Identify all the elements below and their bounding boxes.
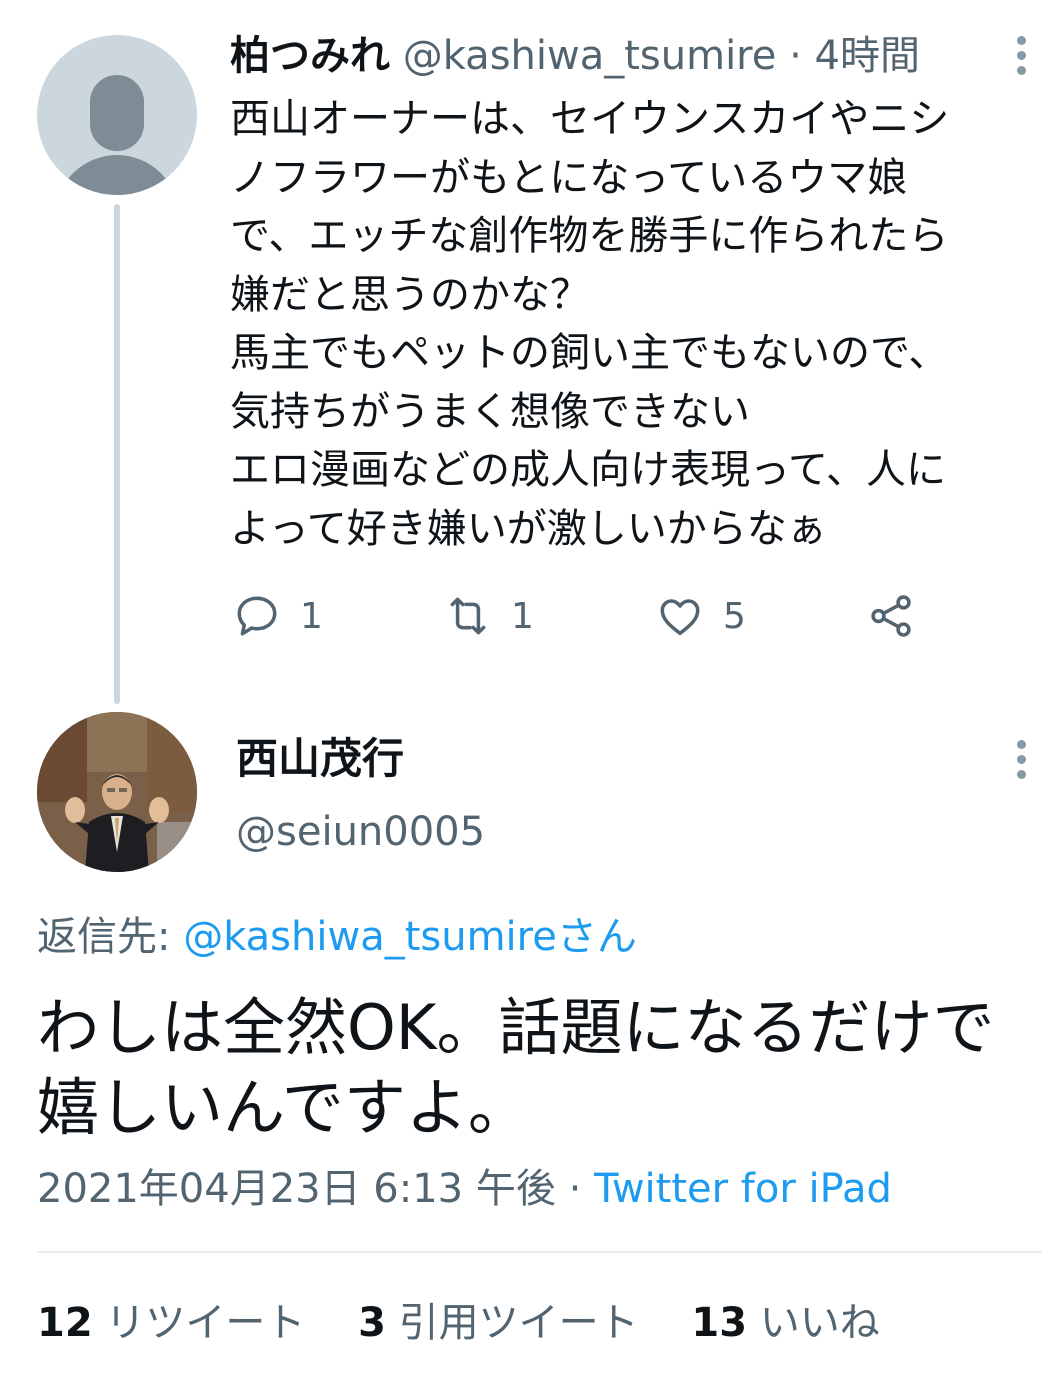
divider [37,1251,1042,1253]
parent-time[interactable]: 4時間 [815,33,920,79]
thread-connector-line [114,204,120,704]
parent-separator: · [789,33,802,79]
reply-button[interactable]: 1 [232,588,323,644]
main-display-name[interactable]: 西山茂行 [236,732,404,786]
meta-separator: · [555,1166,595,1212]
profile-photo [37,712,197,872]
parent-handle[interactable]: @kashiwa_tsumire [403,33,777,79]
tweet-source-link[interactable]: Twitter for iPad [594,1166,892,1212]
reply-to-line: 返信先: @kashiwa_tsumireさん [37,910,637,964]
like-icon [660,599,700,636]
quotes-value: 3 [358,1300,386,1346]
retweets-label: リツイート [105,1300,306,1346]
tweet-metadata: 2021年04月23日 6:13 午後 · Twitter for iPad [37,1162,892,1216]
parent-display-name[interactable]: 柏つみれ [230,33,390,79]
share-icon [871,595,911,637]
avatar-head-shape [90,75,144,151]
retweet-icon [450,597,486,635]
parent-avatar-default-icon[interactable] [37,35,197,195]
reply-icon [237,596,277,636]
tweet-timestamp[interactable]: 2021年04月23日 6:13 午後 [37,1166,556,1212]
main-avatar-profile-photo[interactable] [37,712,197,872]
reply-count: 1 [300,595,323,637]
reply-to-prefix: 返信先: [37,914,184,960]
engagement-stats: 12 リツイート 3 引用ツイート 13 いいね [37,1296,920,1350]
likes-value: 13 [691,1300,748,1346]
parent-tweet-text: 西山オーナーは、セイウンスカイやニシ ノフラワーがもとになっているウマ娘 で、エ… [230,96,950,552]
retweets-value: 12 [37,1300,93,1346]
main-tweet-text: わしは全然OK。話題になるだけで 嬉しいんですよ。 [37,991,995,1144]
parent-more-options-icon[interactable] [1006,36,1036,86]
quotes-label: 引用ツイート [398,1300,639,1346]
quotes-stat[interactable]: 3 引用ツイート [358,1300,639,1346]
avatar-shoulders-shape [55,155,179,195]
likes-stat[interactable]: 13 いいね [691,1300,879,1346]
retweets-stat[interactable]: 12 リツイート [37,1300,305,1346]
like-button[interactable]: 5 [655,588,746,644]
parent-tweet-header: 柏つみれ @kashiwa_tsumire · 4時間 [230,30,920,82]
retweet-button[interactable]: 1 [443,588,534,644]
main-more-options-icon[interactable] [1006,740,1036,790]
reply-to-mention-link[interactable]: @kashiwa_tsumireさん [183,914,637,960]
likes-label: いいね [759,1300,880,1346]
share-button[interactable] [866,588,934,644]
like-count: 5 [723,595,746,637]
retweet-count: 1 [511,595,534,637]
main-handle[interactable]: @seiun0005 [236,806,485,858]
